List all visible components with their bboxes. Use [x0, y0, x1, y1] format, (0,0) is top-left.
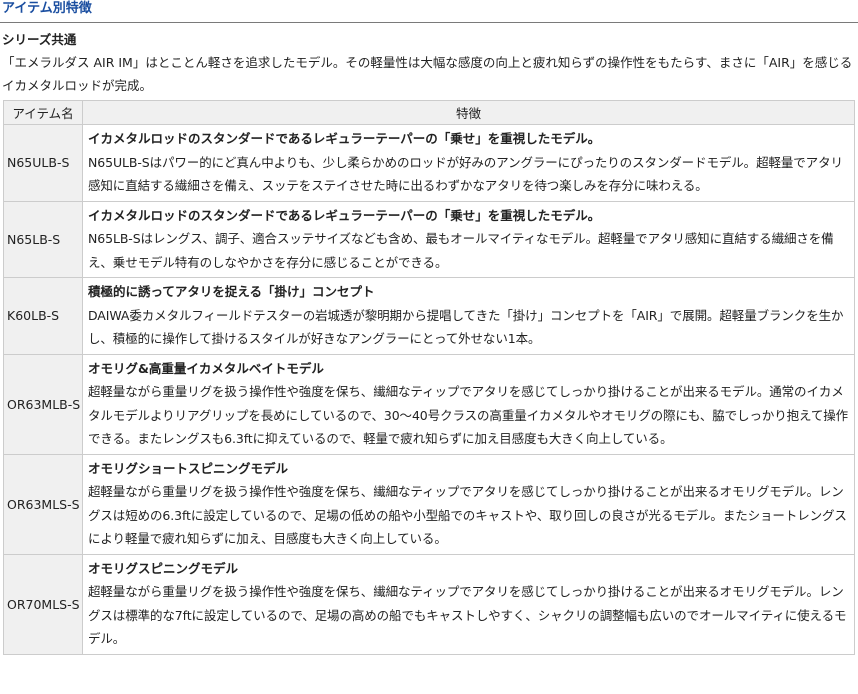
series-description: 「エメラルダス AIR IM」はとことん軽さを追求したモデル。その軽量性は大幅な… [2, 55, 853, 93]
item-name: N65ULB-S [3, 124, 83, 202]
table-row: OR63MLB-S オモリグ&高重量イカメタルベイトモデル 超軽量ながら重量リグ… [3, 353, 855, 455]
item-feature: オモリグスピニングモデル 超軽量ながら重量リグを扱う操作性や強度を保ち、繊細なテ… [82, 553, 855, 655]
feature-title: イカメタルロッドのスタンダードであるレギュラーテーパーの「乗せ」を重視したモデル… [88, 207, 601, 223]
series-title: シリーズ共通 [2, 32, 77, 47]
table-row: N65ULB-S イカメタルロッドのスタンダードであるレギュラーテーパーの「乗せ… [3, 124, 855, 202]
item-name: K60LB-S [3, 277, 83, 355]
feature-title: オモリグ&高重量イカメタルベイトモデル [88, 360, 324, 376]
item-features-table: アイテム名 特徴 N65ULB-S イカメタルロッドのスタンダードであるレギュラ… [3, 100, 855, 655]
feature-body: 超軽量ながら重量リグを扱う操作性や強度を保ち、繊細なティップでアタリを感じてしっ… [88, 384, 849, 446]
feature-title: イカメタルロッドのスタンダードであるレギュラーテーパーの「乗せ」を重視したモデル… [88, 131, 601, 146]
table-row: OR63MLS-S オモリグショートスピニングモデル 超軽量ながら重量リグを扱う… [3, 453, 855, 555]
column-header-feature: 特徴 [82, 100, 855, 125]
feature-title: 積極的に誘ってアタリを捉える「掛け」コンセプト [88, 284, 375, 299]
section-title: アイテム別特徴 [0, 0, 858, 23]
item-feature: イカメタルロッドのスタンダードであるレギュラーテーパーの「乗せ」を重視したモデル… [82, 124, 855, 202]
item-name: OR63MLS-S [3, 453, 83, 555]
column-header-item-name: アイテム名 [3, 100, 83, 125]
feature-body: 超軽量ながら重量リグを扱う操作性や強度を保ち、繊細なティップでアタリを感じてしっ… [88, 584, 847, 646]
table-row: N65LB-S イカメタルロッドのスタンダードであるレギュラーテーパーの「乗せ」… [3, 200, 855, 278]
feature-body: DAIWA委カメタルフィールドテスターの岩城透が黎明期から提唱してきた「掛け」コ… [88, 307, 844, 347]
item-feature: オモリグ&高重量イカメタルベイトモデル 超軽量ながら重量リグを扱う操作性や強度を… [82, 353, 855, 455]
feature-body: N65ULB-Sはパワー的にど真ん中よりも、少し柔らかめのロッドが好みのアングラ… [88, 154, 843, 194]
item-name: N65LB-S [3, 200, 83, 278]
feature-body: 超軽量ながら重量リグを扱う操作性や強度を保ち、繊細なティップでアタリを感じてしっ… [88, 484, 847, 546]
item-name: OR70MLS-S [3, 553, 83, 655]
feature-title: オモリグスピニングモデル [88, 560, 239, 576]
table-row: OR70MLS-S オモリグスピニングモデル 超軽量ながら重量リグを扱う操作性や… [3, 553, 855, 655]
feature-body: N65LB-Sはレングス、調子、適合スッテサイズなども含め、最もオールマイティな… [88, 231, 834, 270]
feature-title: オモリグショートスピニングモデル [88, 460, 289, 476]
table-row: K60LB-S 積極的に誘ってアタリを捉える「掛け」コンセプト DAIWA委カメ… [3, 277, 855, 355]
item-feature: オモリグショートスピニングモデル 超軽量ながら重量リグを扱う操作性や強度を保ち、… [82, 453, 855, 555]
item-feature: イカメタルロッドのスタンダードであるレギュラーテーパーの「乗せ」を重視したモデル… [82, 200, 855, 278]
item-feature: 積極的に誘ってアタリを捉える「掛け」コンセプト DAIWA委カメタルフィールドテ… [82, 277, 855, 355]
table-header-row: アイテム名 特徴 [3, 100, 855, 125]
item-name: OR63MLB-S [3, 353, 83, 455]
